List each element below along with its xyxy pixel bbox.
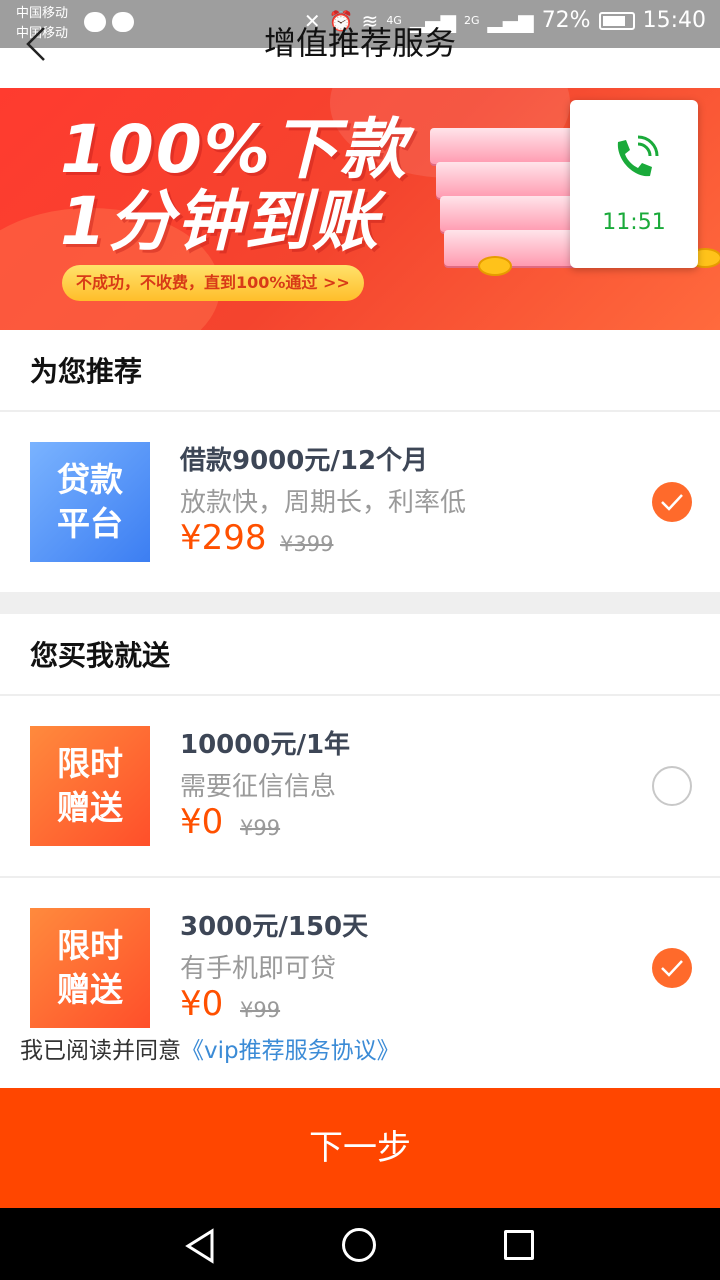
checkbox-unchecked-icon[interactable] bbox=[652, 766, 692, 806]
page-title: 增值推荐服务 bbox=[263, 24, 456, 62]
page: 中国移动 中国移动 ✕ ⏰ ≋ 4G ▂▄▆ 2G ▂▄▆ 72% 15:40 … bbox=[0, 0, 720, 1280]
gift-thumbnail: 限时 赠送 bbox=[30, 726, 150, 846]
banner-pill: 不成功，不收费，直到100%通过 >> bbox=[62, 265, 364, 301]
gift-item-10000[interactable]: 限时 赠送 10000元/1年 需要征信信息 ¥0 ¥99 bbox=[0, 696, 720, 876]
loan-platform-thumbnail: 贷款 平台 bbox=[30, 442, 150, 562]
section-title-recommend: 为您推荐 bbox=[30, 355, 143, 388]
thumb-text: 赠送 bbox=[57, 970, 123, 1009]
banner-headline-line-1: 100%下款 bbox=[60, 111, 408, 188]
item-title: 3000元/150天 bbox=[180, 912, 369, 942]
item-price: ¥298 bbox=[180, 518, 267, 558]
app-header: 增值推荐服务 bbox=[0, 0, 720, 88]
section-gap bbox=[0, 592, 720, 614]
item-original-price: ¥99 bbox=[240, 816, 281, 840]
gift-thumbnail: 限时 赠送 bbox=[30, 908, 150, 1028]
thumb-text: 平台 bbox=[57, 504, 123, 543]
item-title: 10000元/1年 bbox=[180, 730, 351, 760]
item-description: 需要征信信息 bbox=[180, 772, 337, 802]
nav-back-icon[interactable] bbox=[184, 1228, 216, 1264]
product-item-loan-platform[interactable]: 贷款 平台 借款9000元/12个月 放款快，周期长，利率低 ¥298 ¥399 bbox=[0, 412, 720, 592]
item-original-price: ¥399 bbox=[280, 532, 334, 556]
thumb-text: 赠送 bbox=[57, 788, 123, 827]
banner-headline-line-2: 1分钟到账 bbox=[60, 183, 380, 260]
item-title: 借款9000元/12个月 bbox=[180, 446, 429, 476]
item-price: ¥0 bbox=[180, 802, 224, 842]
agreement-link[interactable]: 《vip推荐服务协议》 bbox=[181, 1038, 400, 1064]
nav-recent-apps-icon[interactable] bbox=[504, 1230, 534, 1260]
nav-home-icon[interactable] bbox=[342, 1228, 376, 1262]
system-nav-bar bbox=[0, 1208, 720, 1280]
coin-icon bbox=[478, 256, 512, 276]
thumb-text: 限时 bbox=[57, 744, 123, 783]
next-step-button[interactable]: 下一步 bbox=[0, 1088, 720, 1208]
call-widget[interactable]: 11:51 bbox=[570, 100, 698, 268]
banner-headline: 100%下款 1分钟到账 bbox=[60, 114, 408, 258]
thumb-text: 限时 bbox=[57, 926, 123, 965]
phone-icon bbox=[617, 135, 659, 177]
checkbox-checked-icon[interactable] bbox=[652, 948, 692, 988]
agreement-prefix: 我已阅读并同意 bbox=[20, 1038, 181, 1064]
item-original-price: ¥99 bbox=[240, 998, 281, 1022]
item-description: 放款快，周期长，利率低 bbox=[180, 488, 467, 518]
call-duration: 11:51 bbox=[602, 210, 666, 235]
item-description: 有手机即可贷 bbox=[180, 954, 337, 984]
section-title-gift: 您买我就送 bbox=[30, 639, 171, 672]
checkbox-checked-icon[interactable] bbox=[652, 482, 692, 522]
agreement-text: 我已阅读并同意《vip推荐服务协议》 bbox=[20, 1031, 400, 1065]
item-price: ¥0 bbox=[180, 984, 224, 1024]
thumb-text: 贷款 bbox=[57, 460, 123, 499]
